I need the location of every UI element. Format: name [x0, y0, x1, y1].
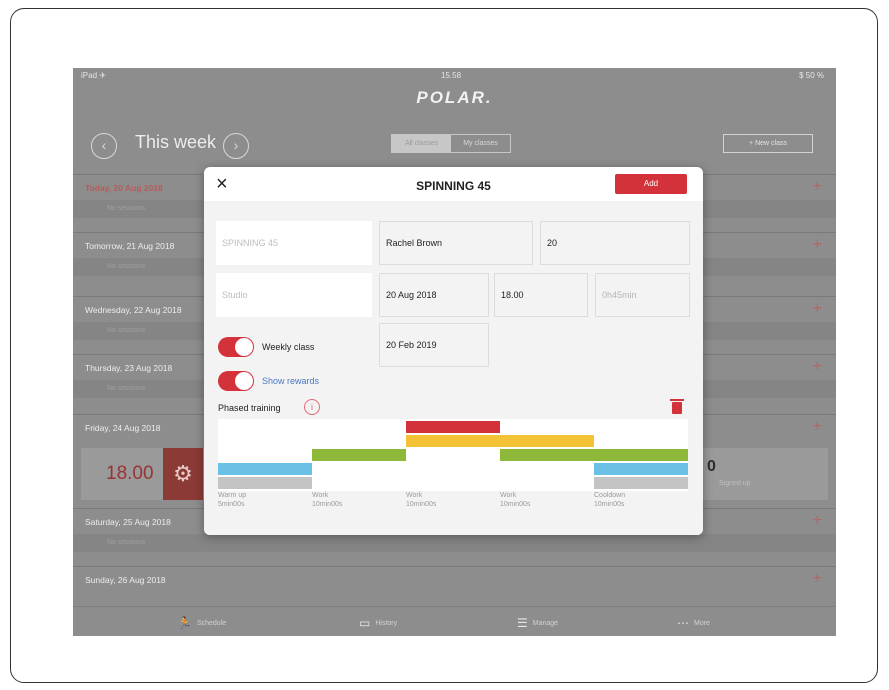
no-sessions-row: No sessions: [73, 534, 836, 552]
duration-field[interactable]: 0h45min: [595, 273, 690, 317]
day-label: Saturday, 25 Aug 2018: [85, 517, 171, 527]
zone-bar: [406, 421, 500, 433]
phase-name: Work: [406, 492, 423, 499]
more-icon: ⋯: [677, 616, 689, 630]
phased-training-label: Phased training: [218, 403, 281, 413]
day-label: Tomorrow, 21 Aug 2018: [85, 241, 175, 251]
toggle-knob: [235, 372, 253, 390]
chevron-left-icon[interactable]: ‹: [91, 133, 117, 159]
day-label: Sunday, 26 Aug 2018: [85, 575, 166, 585]
no-sessions-text: No sessions: [107, 205, 146, 212]
add-button[interactable]: Add: [615, 174, 687, 194]
tab-label: Schedule: [196, 619, 227, 627]
phase-name: Cooldown: [594, 492, 626, 499]
signed-up-count: 0: [707, 458, 716, 475]
zone-bar: [218, 477, 312, 489]
date-field[interactable]: 20 Aug 2018: [379, 273, 489, 317]
tab-label: History: [375, 619, 398, 627]
capacity-field[interactable]: 20: [540, 221, 690, 265]
class-time: 18.00: [106, 463, 154, 484]
tab-more[interactable]: ⋯ More: [677, 616, 710, 630]
tab-manage[interactable]: ☰ Manage: [517, 616, 558, 630]
weekly-end-date-field[interactable]: 20 Feb 2019: [379, 323, 489, 367]
status-left: iPad ✈: [81, 71, 106, 80]
tab-my-classes[interactable]: My classes: [451, 135, 510, 152]
new-class-dialog: × SPINNING 45 Add SPINNING 45 Rachel Bro…: [204, 167, 703, 535]
add-session-icon[interactable]: +: [813, 512, 822, 530]
phase-label: Work 10min00s: [500, 491, 530, 509]
weekly-class-toggle[interactable]: [218, 337, 254, 357]
zone-bar: [312, 449, 406, 461]
tab-all-classes[interactable]: All classes: [392, 135, 451, 152]
no-sessions-text: No sessions: [107, 263, 146, 270]
no-sessions-text: No sessions: [107, 327, 146, 334]
phase-label: Warm up 5min00s: [218, 491, 246, 509]
phase-name: Work: [312, 492, 329, 499]
phase-duration: 10min00s: [500, 501, 531, 508]
instructor-field[interactable]: Rachel Brown: [379, 221, 533, 265]
zone-bar: [500, 449, 688, 461]
add-session-icon[interactable]: +: [813, 418, 822, 436]
add-session-icon[interactable]: +: [813, 300, 822, 318]
zone-bar: [594, 477, 688, 489]
phase-duration: 10min00s: [594, 501, 625, 508]
info-icon[interactable]: i: [304, 399, 320, 415]
add-session-icon[interactable]: +: [813, 178, 822, 196]
tab-bar: 🏃 Schedule ▭ History ☰ Manage ⋯ More: [73, 606, 836, 636]
day-label: Friday, 24 Aug 2018: [85, 423, 161, 433]
zone-bar: [218, 463, 312, 475]
phase-duration: 5min00s: [218, 501, 245, 508]
day-label: Wednesday, 22 Aug 2018: [85, 305, 182, 315]
tab-label: Manage: [532, 619, 559, 627]
no-sessions-text: No sessions: [107, 385, 146, 392]
tab-history[interactable]: ▭ History: [359, 616, 397, 630]
time-field[interactable]: 18.00: [494, 273, 588, 317]
zone-bar: [594, 463, 688, 475]
polar-logo: POLAR.: [416, 88, 493, 107]
signed-up-label: Signed up: [719, 480, 751, 487]
phase-duration: 10min00s: [406, 501, 437, 508]
trash-icon[interactable]: [670, 399, 684, 414]
chevron-right-icon[interactable]: ›: [223, 133, 249, 159]
tab-label: More: [694, 619, 710, 627]
day-label: Today, 20 Aug 2018: [85, 183, 163, 193]
dialog-body: SPINNING 45 Rachel Brown 20 Studio 20 Au…: [204, 201, 703, 535]
cycling-icon: ⚙: [163, 448, 203, 500]
day-row-sunday[interactable]: Sunday, 26 Aug 2018 +: [73, 566, 836, 592]
phase-label: Cooldown 10min00s: [594, 491, 625, 509]
phase-name: Work: [500, 492, 517, 499]
add-session-icon[interactable]: +: [813, 570, 822, 588]
toggle-knob: [235, 338, 253, 356]
tab-schedule[interactable]: 🏃 Schedule: [177, 616, 226, 630]
add-session-icon[interactable]: +: [813, 236, 822, 254]
runner-icon: 🏃: [177, 616, 192, 630]
phase-name: Warm up: [218, 492, 247, 499]
week-title: This week: [135, 132, 217, 152]
add-session-icon[interactable]: +: [813, 358, 822, 376]
phase-label: Work 10min00s: [312, 491, 342, 509]
new-class-button[interactable]: + New class: [723, 134, 813, 153]
zone-bar: [406, 435, 594, 447]
phase-chart: [218, 419, 688, 491]
phase-duration: 10min00s: [312, 501, 343, 508]
show-rewards-toggle[interactable]: [218, 371, 254, 391]
location-field[interactable]: Studio: [216, 273, 372, 317]
class-filter-segment: All classes My classes: [391, 134, 511, 153]
no-sessions-text: No sessions: [107, 539, 146, 546]
status-battery: $ 50 %: [799, 71, 824, 80]
show-rewards-label: Show rewards: [262, 376, 320, 386]
status-bar: iPad ✈ 15.58 $ 50 %: [73, 68, 836, 82]
status-time: 15.58: [441, 71, 462, 80]
phase-label: Work 10min00s: [406, 491, 436, 509]
class-name-field[interactable]: SPINNING 45: [216, 221, 372, 265]
weekly-class-label: Weekly class: [262, 342, 315, 352]
day-label: Thursday, 23 Aug 2018: [85, 363, 173, 373]
list-icon: ☰: [517, 616, 528, 630]
calendar-icon: ▭: [359, 616, 371, 630]
